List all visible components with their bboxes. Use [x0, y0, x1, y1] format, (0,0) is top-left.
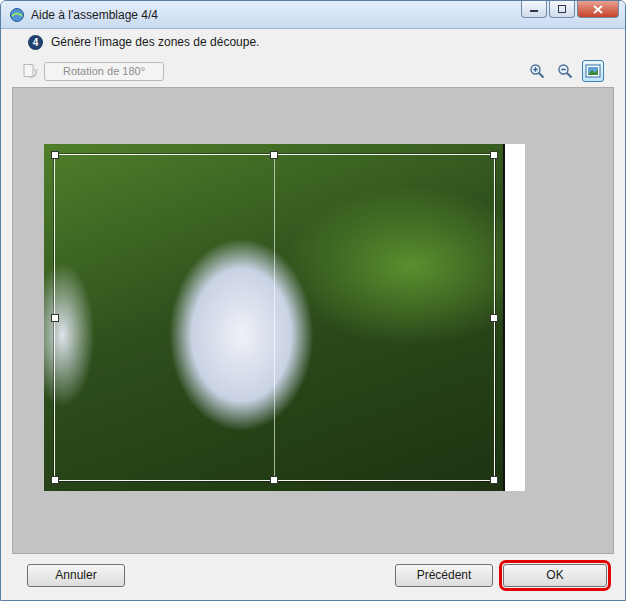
rotate-icon	[22, 63, 38, 79]
close-icon	[593, 5, 603, 14]
fit-icon	[585, 63, 601, 79]
zoom-out-button[interactable]	[554, 60, 576, 82]
zoom-in-icon	[529, 63, 545, 79]
minimize-button[interactable]	[521, 1, 547, 18]
zoom-in-button[interactable]	[526, 60, 548, 82]
crop-handle[interactable]	[490, 314, 498, 322]
step-text: Génère l'image des zones de découpe.	[51, 35, 259, 49]
ok-button[interactable]: OK	[503, 564, 607, 587]
crop-handle[interactable]	[51, 314, 59, 322]
button-bar: Annuler Précédent OK	[1, 554, 625, 600]
dialog-body: 4 Génère l'image des zones de découpe. Rot…	[1, 29, 625, 554]
rotate-button[interactable]: Rotation de 180°	[44, 62, 164, 81]
maximize-button[interactable]	[549, 1, 575, 18]
title-bar: Aide à l'assemblage 4/4	[1, 1, 625, 29]
step-row: 4 Génère l'image des zones de découpe.	[12, 29, 614, 55]
maximize-icon	[557, 5, 567, 13]
close-button[interactable]	[577, 1, 619, 18]
crop-handle[interactable]	[51, 151, 59, 159]
crop-handle[interactable]	[490, 476, 498, 484]
window-controls	[521, 1, 619, 18]
preview-page	[44, 144, 525, 491]
seam-line	[274, 155, 275, 480]
window-title: Aide à l'assemblage 4/4	[31, 8, 515, 22]
crop-handle[interactable]	[51, 476, 59, 484]
crop-handle[interactable]	[270, 151, 278, 159]
preview-area	[12, 87, 614, 554]
toolbar: Rotation de 180°	[12, 55, 614, 87]
crop-handle[interactable]	[490, 151, 498, 159]
back-button[interactable]: Précédent	[395, 564, 493, 587]
crop-frame[interactable]	[54, 154, 495, 481]
zoom-out-icon	[557, 63, 573, 79]
fit-button[interactable]	[582, 60, 604, 82]
step-number: 4	[28, 35, 43, 50]
crop-handle[interactable]	[270, 476, 278, 484]
cancel-button[interactable]: Annuler	[27, 564, 125, 587]
app-icon	[9, 7, 25, 23]
minimize-icon	[529, 5, 539, 13]
dialog-window: Aide à l'assemblage 4/4 4 Génère l'image d…	[0, 0, 626, 601]
